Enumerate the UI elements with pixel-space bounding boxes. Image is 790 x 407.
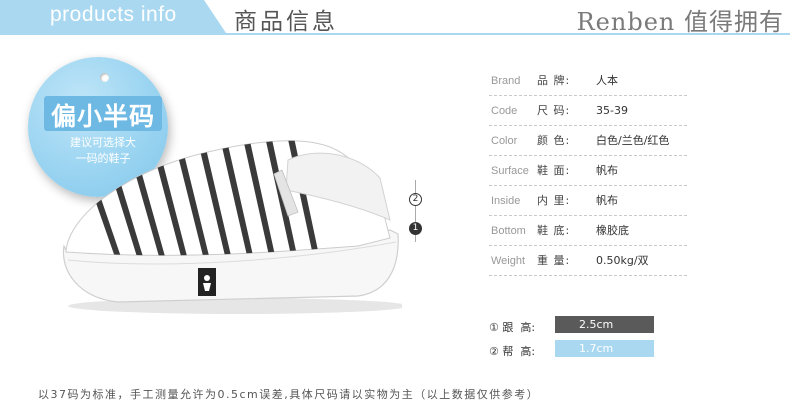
spec-row-brand: Brand 品 牌: 人本 — [489, 66, 687, 96]
product-info-title: 商品信息 — [234, 9, 338, 35]
spec-label-cn: 内 里: — [537, 194, 571, 207]
spec-value: 帆布 — [596, 164, 618, 177]
heel-height-label: ① 跟 高: — [489, 321, 536, 334]
spec-table: Brand 品 牌: 人本 Code 尺 码: 35-39 Color 颜 色:… — [489, 66, 687, 276]
spec-label-en: Bottom — [491, 225, 526, 237]
spec-row-code: Code 尺 码: 35-39 — [489, 96, 687, 126]
measurement-note: 以37码为标准，手工测量允许为0.5cm误差,具体尺码请以实物为主（以上数据仅供… — [38, 388, 540, 401]
badge-hole-icon — [100, 73, 109, 82]
collar-height-label: ② 帮 高: — [489, 345, 536, 358]
spec-label-cn: 尺 码: — [537, 104, 571, 117]
spec-label-en: Brand — [491, 75, 521, 87]
spec-row-bottom: Bottom 鞋 底: 橡胶底 — [489, 216, 687, 246]
brand-slogan: Renben 值得拥有 — [576, 8, 784, 36]
spec-row-inside: Inside 内 里: 帆布 — [489, 186, 687, 216]
spec-label-en: Surface — [491, 165, 529, 177]
spec-label-cn: 鞋 底: — [537, 224, 571, 237]
spec-label-cn: 品 牌: — [537, 74, 571, 87]
height-specs: ① 跟 高: 2.5cm ② 帮 高: 1.7cm — [489, 316, 659, 364]
striped-slip-on-shoe-image — [62, 140, 402, 314]
spec-value: 橡胶底 — [596, 224, 629, 237]
header-bar: products info 商品信息 Renben 值得拥有 — [0, 0, 790, 36]
collar-height-marker: 2 — [409, 193, 422, 206]
spec-value: 帆布 — [596, 194, 618, 207]
heel-height-value: 2.5cm — [555, 316, 654, 333]
spec-value: 0.50kg/双 — [596, 254, 649, 267]
spec-label-en: Color — [491, 135, 518, 147]
heel-height-marker: 1 — [409, 222, 422, 235]
spec-row-weight: Weight 重 量: 0.50kg/双 — [489, 246, 687, 276]
spec-value: 35-39 — [596, 104, 628, 117]
collar-height-row: ② 帮 高: 1.7cm — [489, 340, 659, 364]
heel-height-row: ① 跟 高: 2.5cm — [489, 316, 659, 340]
collar-height-value: 1.7cm — [555, 340, 654, 357]
spec-label-cn: 鞋 面: — [537, 164, 571, 177]
spec-value: 人本 — [596, 74, 618, 87]
spec-row-surface: Surface 鞋 面: 帆布 — [489, 156, 687, 186]
spec-label-cn: 重 量: — [537, 254, 571, 267]
spec-label-cn: 颜 色: — [537, 134, 571, 147]
spec-label-en: Weight — [491, 255, 526, 267]
spec-label-en: Inside — [491, 195, 521, 207]
spec-label-en: Code — [491, 105, 518, 117]
header-divider — [0, 33, 790, 35]
products-info-label: products info — [50, 3, 177, 26]
spec-row-color: Color 颜 色: 白色/兰色/红色 — [489, 126, 687, 156]
spec-value: 白色/兰色/红色 — [596, 134, 670, 147]
